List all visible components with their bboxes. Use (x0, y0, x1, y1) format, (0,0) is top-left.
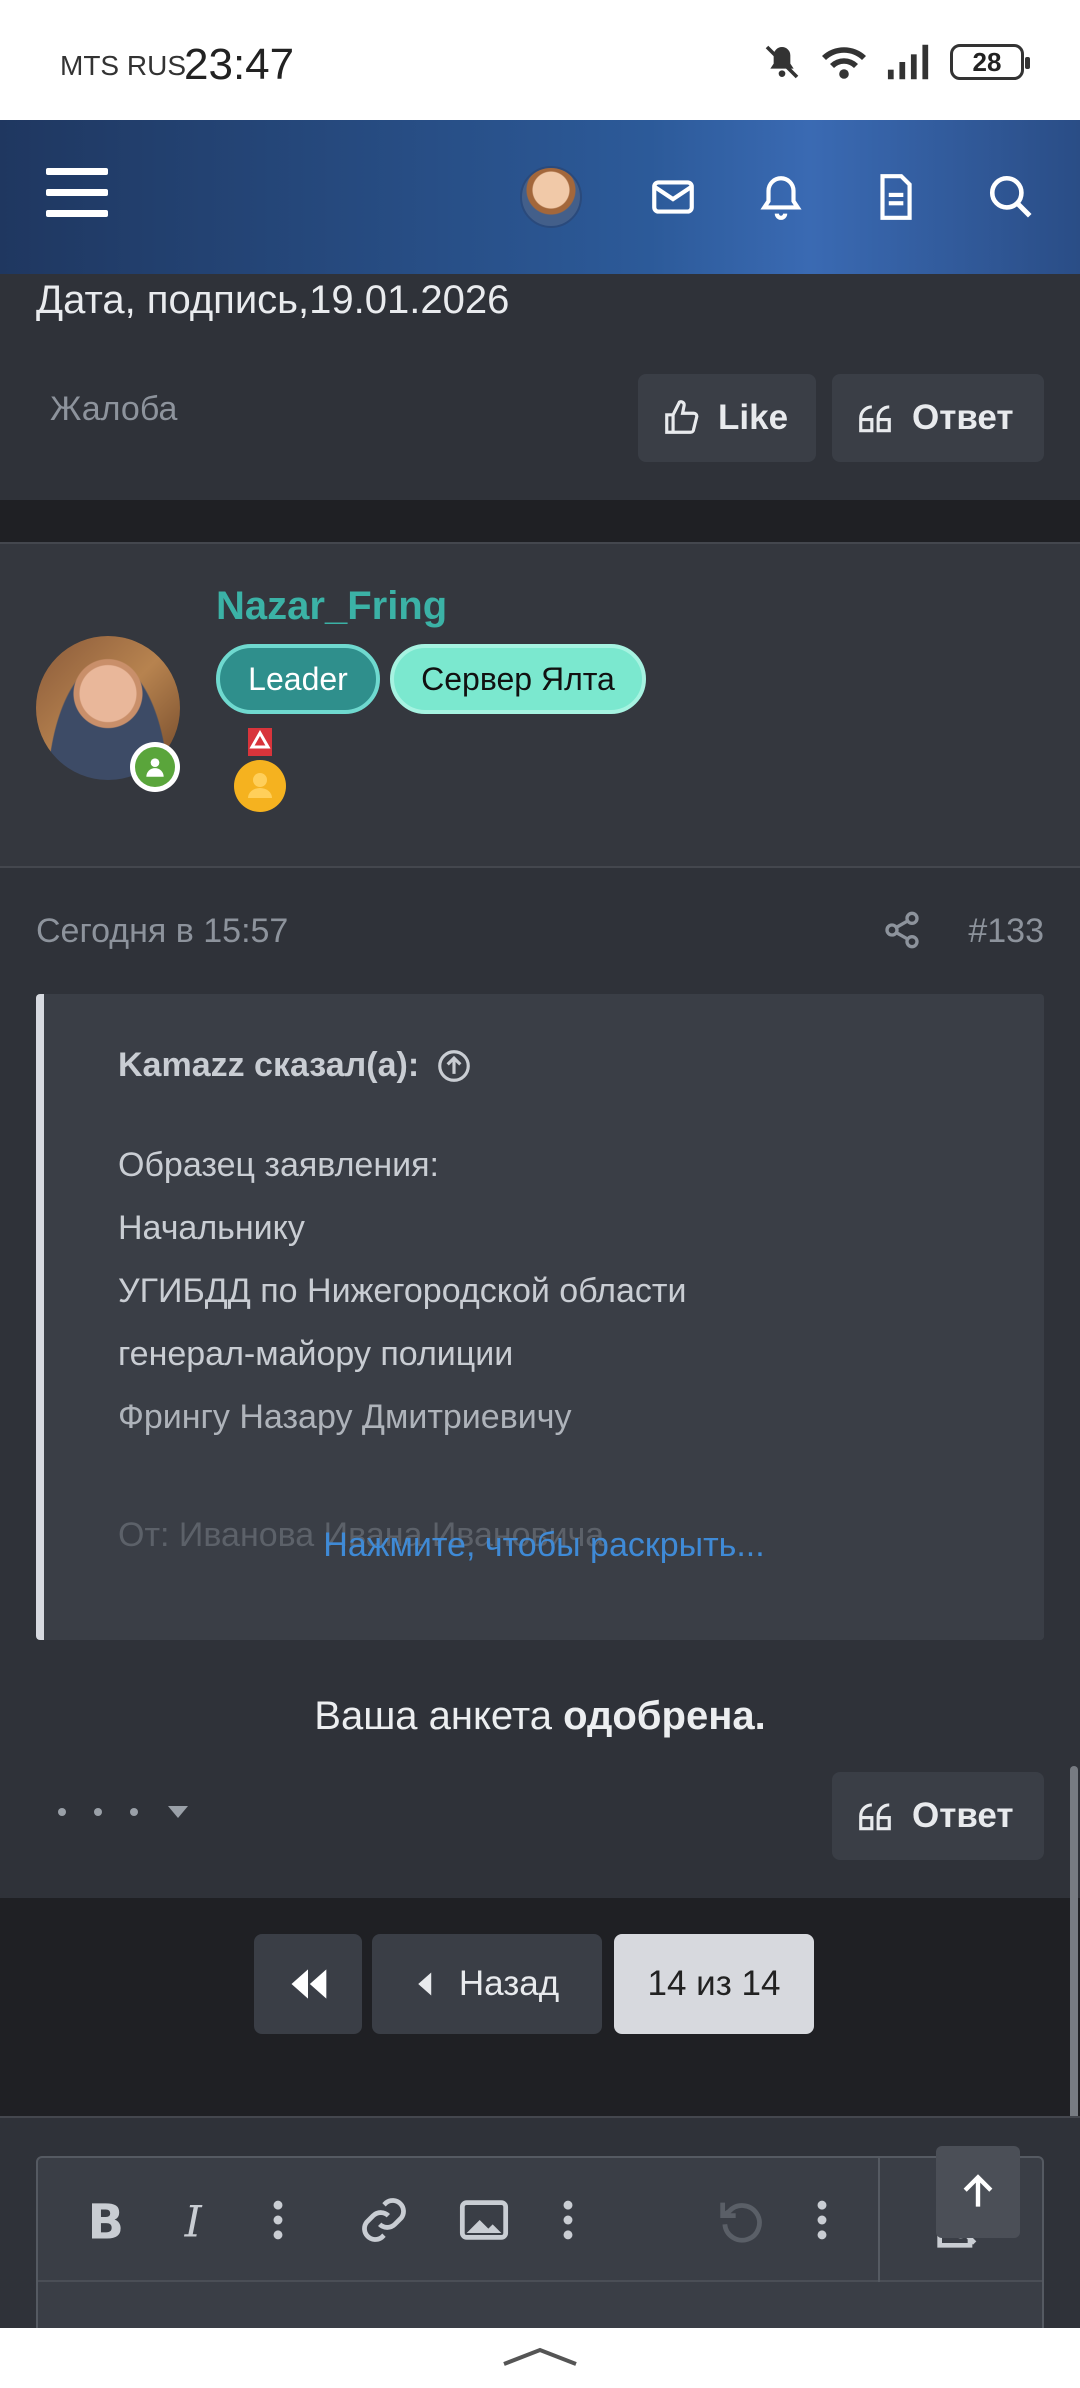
expand-quote-link[interactable]: Нажмите, чтобы раскрыть... (44, 1526, 1044, 1565)
quote-text: Образец заявления: Начальнику УГИБДД по … (118, 1134, 686, 1449)
menu-icon[interactable] (46, 168, 108, 222)
toolbar-divider (878, 2158, 880, 2282)
quote-line: Начальнику (118, 1209, 305, 1247)
quote-line: генерал-майору полиции (118, 1335, 514, 1373)
quote-block: Kamazz сказал(а): Образец заявления: Нач… (36, 994, 1044, 1640)
reply-editor[interactable]: B I (36, 2156, 1044, 2356)
italic-icon[interactable]: I (178, 2194, 218, 2246)
svg-text:I: I (184, 2198, 203, 2246)
clock: 23:47 (184, 40, 295, 89)
like-label: Like (718, 398, 789, 437)
share-icon[interactable] (882, 910, 922, 950)
author-name[interactable]: Nazar_Fring (216, 584, 447, 629)
search-icon[interactable] (986, 172, 1036, 222)
post-number[interactable]: #133 (968, 912, 1044, 951)
chevron-down-icon (168, 1806, 188, 1818)
quote-icon (859, 1803, 891, 1831)
quote-author-label: Kamazz сказал(а): (118, 1046, 420, 1084)
document-icon[interactable] (870, 172, 920, 222)
post-time[interactable]: Сегодня в 15:57 (36, 912, 288, 951)
post-author-block: Nazar_Fring Leader Сервер Ялта (0, 542, 1080, 868)
more-actions-button[interactable] (58, 1804, 190, 1820)
post-text: Дата, подпись,19.01.2026 (36, 278, 510, 322)
site-header (0, 120, 1080, 274)
server-badge: Сервер Ялта (390, 644, 646, 714)
bell-icon[interactable] (756, 172, 806, 222)
battery-icon: 28 (950, 44, 1030, 80)
bold-icon[interactable]: B (84, 2194, 128, 2246)
like-button[interactable]: Like (638, 374, 816, 462)
online-status-icon (130, 742, 180, 792)
medal-icon (234, 728, 286, 812)
post-reply-button[interactable]: Ответ (832, 1772, 1044, 1860)
carrier-label: MTS RUS (60, 50, 186, 81)
reply-button[interactable]: Ответ (832, 374, 1044, 462)
status-icons: 28 (762, 42, 1030, 82)
avatar[interactable] (520, 166, 582, 228)
more-icon[interactable] (812, 2194, 832, 2246)
double-chevron-left-icon (291, 1969, 327, 1999)
status-bar: MTS RUS 23:47 28 (0, 0, 1080, 120)
current-page-indicator[interactable]: 14 из 14 (614, 1934, 814, 2034)
mute-bell-icon (765, 45, 799, 79)
reply-editor-area: B I (0, 2116, 1080, 2356)
wifi-icon (822, 47, 866, 79)
arrow-up-icon (963, 2174, 993, 2207)
scrollbar[interactable] (1070, 1766, 1078, 2126)
svg-text:B: B (88, 2195, 124, 2246)
undo-icon (720, 2202, 762, 2243)
quote-line: Образец заявления: (118, 1146, 439, 1184)
post: Сегодня в 15:57 #133 Kamazz сказал(а): О… (0, 868, 1080, 1898)
quote-line: УГИБДД по Нижегородской области (118, 1272, 687, 1310)
quote-author[interactable]: Kamazz сказал(а): (118, 1046, 473, 1085)
more-icon[interactable] (268, 2194, 288, 2246)
arrow-up-circle-icon[interactable] (435, 1047, 473, 1085)
quote-icon (859, 405, 891, 433)
post-divider (0, 500, 1080, 542)
report-link[interactable]: Жалоба (50, 390, 177, 429)
envelope-icon[interactable] (648, 172, 698, 222)
signal-icon (887, 44, 929, 80)
battery-level: 28 (972, 46, 1002, 77)
back-page-button[interactable]: Назад (372, 1934, 602, 2034)
first-page-button[interactable] (254, 1934, 362, 2034)
editor-toolbar: B I (38, 2158, 1042, 2282)
leader-badge: Leader (216, 644, 380, 714)
reply-label: Ответ (912, 1796, 1014, 1835)
back-label: Назад (458, 1964, 560, 2003)
link-icon[interactable] (358, 2194, 410, 2246)
message-prefix: Ваша анкета (314, 1694, 564, 1738)
pagination: Назад 14 из 14 (0, 1898, 1080, 2116)
post-message: Ваша анкета одобрена. (0, 1694, 1080, 1739)
system-nav-bar (0, 2328, 1080, 2388)
caret-left-icon (418, 1972, 432, 1996)
chevron-up-icon[interactable] (500, 2344, 580, 2368)
thumbs-up-icon (665, 400, 699, 434)
image-icon[interactable] (458, 2194, 510, 2246)
previous-post-footer: Дата, подпись,19.01.2026 Жалоба Like Отв… (0, 274, 1080, 500)
reply-label: Ответ (912, 398, 1014, 437)
scroll-to-top-button[interactable] (936, 2146, 1020, 2238)
more-icon[interactable] (558, 2194, 578, 2246)
message-bold: одобрена. (563, 1694, 766, 1738)
quote-line: Фрингу Назару Дмитриевичу (118, 1398, 572, 1436)
